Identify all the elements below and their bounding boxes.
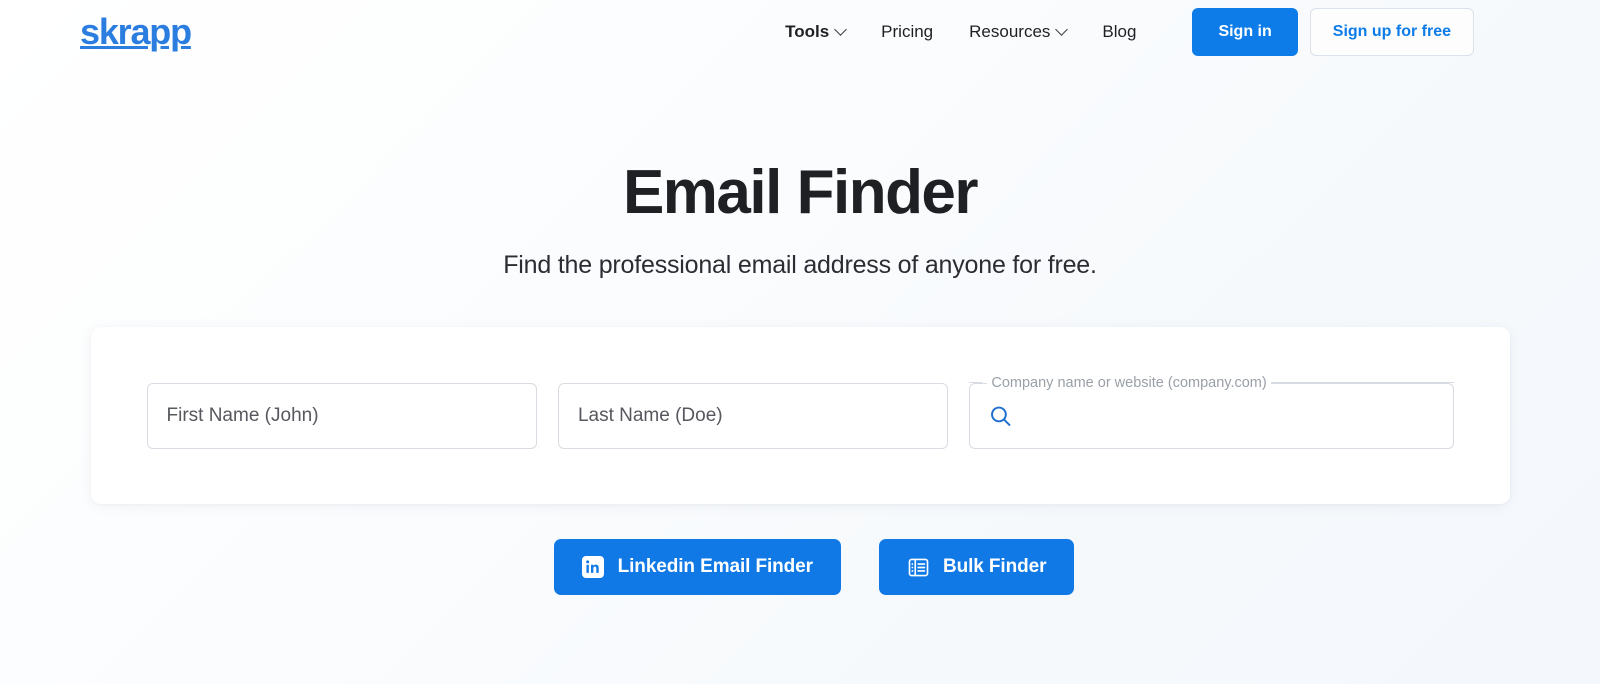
nav-item-resources-label: Resources	[969, 22, 1051, 41]
sign-in-button[interactable]: Sign in	[1192, 8, 1298, 56]
last-name-field	[557, 382, 949, 449]
company-field: Company name or website (company.com)	[969, 373, 1454, 449]
site-header: skrapp Tools Pricing Resources Blog Sign…	[0, 0, 1600, 64]
company-input[interactable]	[969, 382, 1454, 449]
linkedin-icon	[582, 556, 605, 579]
chevron-down-icon	[1055, 22, 1069, 36]
last-name-input[interactable]	[557, 382, 949, 449]
sign-up-button[interactable]: Sign up for free	[1309, 8, 1474, 56]
cta-button-row: Linkedin Email Finder Bulk Finder	[0, 539, 1600, 596]
bulk-finder-label: Bulk Finder	[942, 556, 1047, 578]
header-actions: Sign in Sign up for free	[1192, 8, 1474, 56]
linkedin-email-finder-button[interactable]: Linkedin Email Finder	[553, 539, 841, 596]
nav-item-blog[interactable]: Blog	[1084, 22, 1154, 42]
header-right-group: Tools Pricing Resources Blog Sign in Sig…	[767, 8, 1600, 56]
email-finder-search-card: Company name or website (company.com)	[90, 327, 1510, 505]
main-nav: Tools Pricing Resources Blog	[767, 22, 1154, 42]
linkedin-email-finder-label: Linkedin Email Finder	[617, 556, 813, 578]
hero-section: Email Finder Find the professional email…	[0, 64, 1600, 280]
nav-item-pricing-label: Pricing	[881, 22, 934, 41]
page-title: Email Finder	[622, 158, 979, 227]
nav-item-tools[interactable]: Tools	[767, 22, 863, 42]
nav-item-tools-label: Tools	[785, 22, 830, 41]
brand-logo[interactable]: skrapp	[80, 14, 192, 50]
nav-item-pricing[interactable]: Pricing	[863, 22, 951, 42]
first-name-input[interactable]	[146, 382, 537, 449]
page-subtitle: Find the professional email address of a…	[503, 251, 1097, 280]
nav-item-blog-label: Blog	[1102, 22, 1137, 41]
nav-item-resources[interactable]: Resources	[951, 22, 1084, 42]
bulk-finder-button[interactable]: Bulk Finder	[878, 539, 1075, 596]
first-name-field	[146, 382, 537, 449]
bulk-list-icon	[907, 556, 930, 579]
chevron-down-icon	[834, 22, 848, 36]
main-content: Email Finder Find the professional email…	[0, 64, 1600, 596]
